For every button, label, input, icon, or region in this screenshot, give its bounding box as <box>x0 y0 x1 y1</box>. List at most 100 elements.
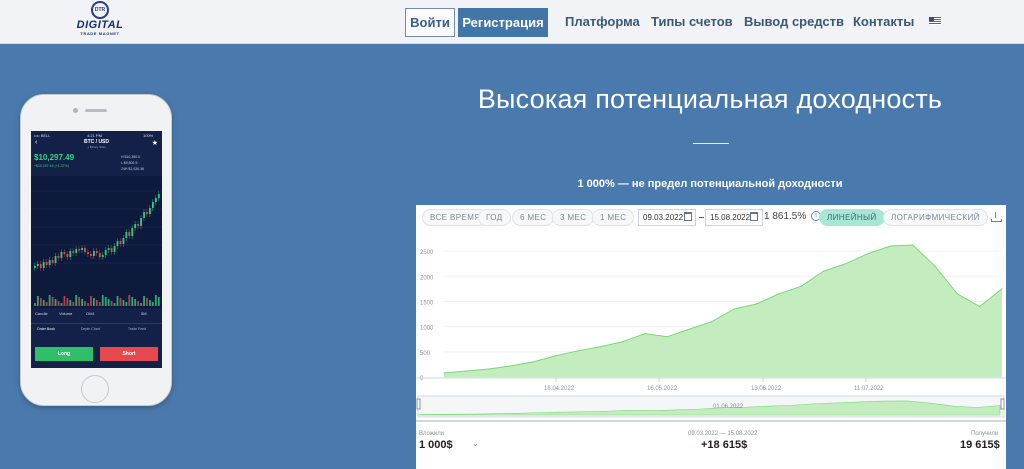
phone-candle <box>134 224 137 228</box>
phone-candle <box>101 255 104 257</box>
phone-candle <box>54 256 57 263</box>
phone-candle <box>128 232 131 236</box>
data-point <box>956 293 958 295</box>
phone-volume-bar <box>39 298 42 306</box>
logo-main-text: DIGITAL <box>76 19 124 31</box>
long-button[interactable]: Long <box>35 347 93 361</box>
phone-candle <box>154 198 157 202</box>
invested-label: Вложили <box>419 431 445 437</box>
logo-badge: DTR <box>91 1 109 19</box>
phone-volume-bar <box>146 298 148 306</box>
data-point <box>621 341 624 343</box>
chevron-down-icon[interactable]: ⌄ <box>472 439 479 448</box>
data-point <box>510 365 512 367</box>
phone-volume-bar <box>42 300 45 306</box>
price-change: +$10,297.44 (+1.37%) <box>34 164 69 168</box>
phone-candle <box>63 252 66 254</box>
nav-withdrawal[interactable]: Вывод средств <box>744 14 844 29</box>
logo[interactable]: DTR DIGITAL TRADE MAGNET <box>70 1 130 43</box>
phone-candle <box>98 253 101 257</box>
x-tick-label: 13.06.2022 <box>751 386 782 392</box>
phone-candle <box>104 250 107 255</box>
phone-candle <box>42 262 45 268</box>
tab-order-book[interactable]: Order Book <box>37 327 55 331</box>
us-flag-icon[interactable] <box>929 17 941 25</box>
navigator-handle-left <box>416 398 421 410</box>
phone-candle <box>78 249 81 251</box>
phone-candle <box>95 251 98 253</box>
phone-volume-bar <box>60 303 63 306</box>
phone-candle <box>57 256 60 258</box>
phone-candle <box>113 246 116 252</box>
nav-account-types[interactable]: Типы счетов <box>651 14 733 29</box>
phone-candle <box>90 254 92 256</box>
phone-candle <box>75 249 78 253</box>
data-point <box>555 355 557 357</box>
tab-volume[interactable]: Volume <box>59 311 72 316</box>
phone-volume-bar <box>110 301 113 306</box>
phone-candle <box>131 228 134 236</box>
nav-contacts[interactable]: Контакты <box>853 14 914 29</box>
y-tick-label: 1000 <box>420 326 434 332</box>
data-point <box>644 333 646 335</box>
phone-camera <box>73 108 78 113</box>
phone-volume-bar <box>54 299 57 306</box>
area-chart[interactable]: 2500 2000 1500 1000 500 0 18.04.2022 16.05.2022… <box>416 205 1006 469</box>
phone-candle <box>51 260 54 263</box>
phone-candle <box>143 212 145 218</box>
phone-candle <box>119 241 122 244</box>
price-stats: H $10,380.0 L $9,802.5 24H $1,026.36 <box>121 154 144 172</box>
phone-volume-bar <box>119 298 122 306</box>
chart-tabs: Candle Volume Ohl4 5M <box>31 309 162 319</box>
phone-volume-bar <box>98 302 101 306</box>
phone-volume-bar <box>152 302 154 306</box>
hero-divider <box>693 143 729 144</box>
data-point <box>599 346 601 348</box>
phone-candle <box>93 251 95 256</box>
phone-volume-bar <box>116 296 119 306</box>
phone-volume-bar <box>125 302 128 306</box>
phone-volume-bar <box>95 300 98 306</box>
register-button[interactable]: Регистрация <box>458 8 548 37</box>
received-label: Получили <box>971 431 999 437</box>
tab-interval[interactable]: 5M <box>141 311 147 316</box>
phone-volume-bar <box>78 297 81 306</box>
navigator-handle-right <box>1000 398 1005 410</box>
data-point <box>577 350 579 352</box>
tab-trade-feed[interactable]: Trade Feed <box>128 327 146 331</box>
y-tick-label: 2500 <box>420 250 434 256</box>
data-point <box>867 252 869 255</box>
phone-volume-bar <box>149 300 151 306</box>
candlestick-chart[interactable] <box>31 176 162 308</box>
phone-volume-bar <box>93 298 95 306</box>
phone-candle <box>152 202 154 208</box>
nav-platform[interactable]: Платформа <box>565 14 640 29</box>
phone-volume-bar <box>81 299 83 306</box>
data-point <box>912 244 914 246</box>
data-point <box>889 245 891 247</box>
tab-depth-chart[interactable]: Depth Chart <box>81 327 100 331</box>
phone-home-button[interactable] <box>81 375 109 403</box>
phone-volume-bar <box>140 303 142 306</box>
phone-candle <box>122 238 125 244</box>
phone-volume-bar <box>66 298 69 306</box>
data-point <box>666 336 668 338</box>
tab-ohl4[interactable]: Ohl4 <box>86 311 94 316</box>
star-icon[interactable]: ★ <box>152 139 158 147</box>
candlestick-svg <box>31 190 162 306</box>
phone-volume-bar <box>122 300 125 306</box>
phone-volume-bar <box>69 300 72 306</box>
phone-volume-bar <box>84 301 86 306</box>
phone-volume-bar <box>137 301 140 306</box>
phone-volume-bar <box>63 296 66 306</box>
phone-candle <box>60 252 63 258</box>
tab-candle[interactable]: Candle <box>35 311 48 316</box>
phone-candle <box>48 260 51 265</box>
short-button[interactable]: Short <box>100 347 158 361</box>
login-button[interactable]: Войти <box>405 8 455 37</box>
invested-value: 1 000$ <box>419 439 453 451</box>
phone-candle <box>81 248 83 250</box>
phone-candle <box>36 264 39 266</box>
phone-volume-bar <box>34 303 36 306</box>
data-point <box>755 303 758 305</box>
